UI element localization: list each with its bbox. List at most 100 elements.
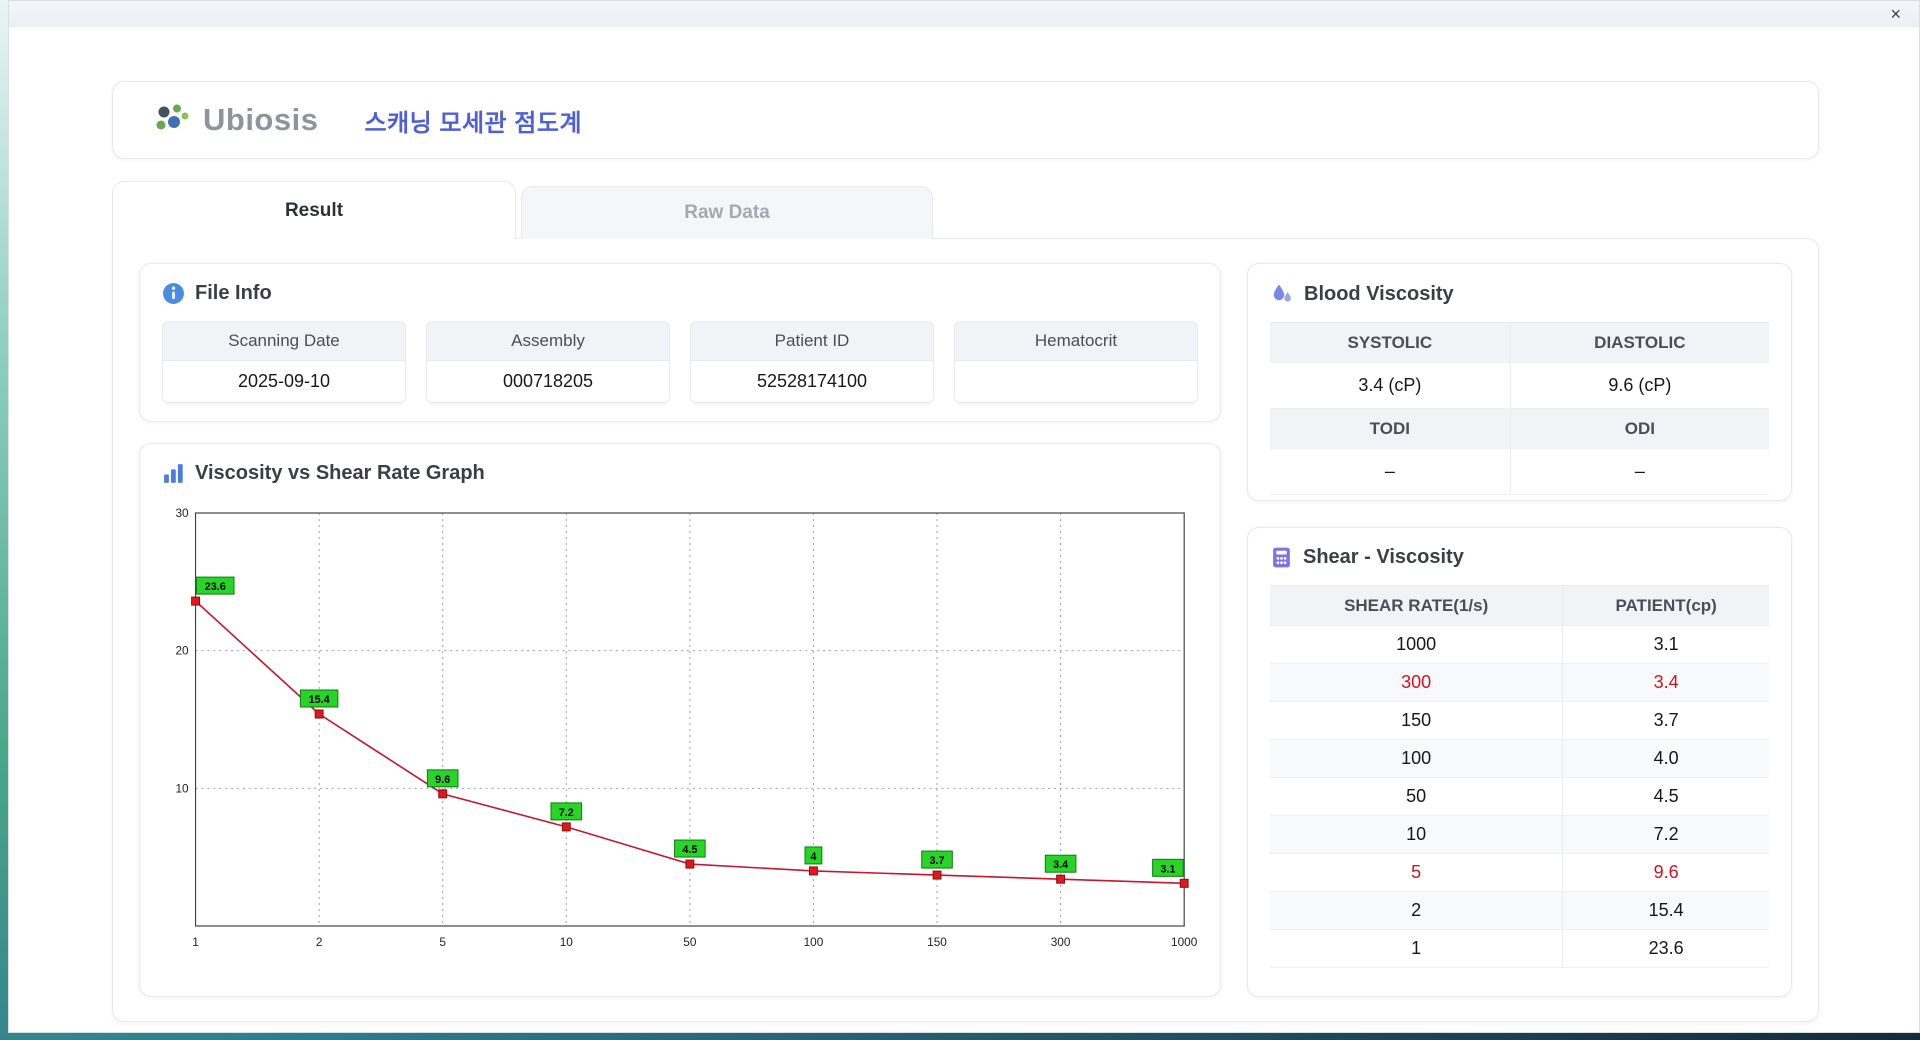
tab-raw-data[interactable]: Raw Data [521, 186, 933, 239]
tab-raw-data-label: Raw Data [684, 202, 770, 223]
shear-table-row: 5 9.6 [1270, 853, 1769, 892]
file-info-field-value: 2025-09-10 [162, 361, 406, 403]
patient-viscosity-cell: 4.5 [1562, 777, 1769, 816]
diastolic-header: DIASTOLIC [1509, 322, 1769, 363]
water-drops-icon [1273, 284, 1291, 302]
blood-viscosity-title: Blood Viscosity [1304, 282, 1454, 305]
viscosity-chart: 10 20 30 1 2 5 10 50 100 150 300 1000 23.6 15.4 9.6 7.2… [175, 506, 1197, 949]
shear-table-row: 2 15.4 [1270, 891, 1769, 930]
bv-value-row-1: 3.4 (cP) 9.6 (cP) [1270, 362, 1769, 409]
file-info-fields: Scanning Date 2025-09-10 Assembly 000718205… [162, 321, 1198, 403]
ubiosis-logo: Ubiosis [153, 102, 318, 138]
svg-text:5: 5 [439, 935, 446, 949]
app-window: × Ubiosis 스캐닝 모세관 점도계 Result Raw Data Fi… [8, 0, 1920, 1033]
file-info-field-value: 000718205 [426, 361, 670, 403]
window-close-button[interactable]: × [1884, 3, 1907, 25]
app-header: Ubiosis 스캐닝 모세관 점도계 [112, 81, 1819, 159]
svg-text:1: 1 [192, 935, 199, 949]
logo-text: Ubiosis [203, 102, 319, 137]
shear-table-header-row: SHEAR RATE(1/s) PATIENT(cp) [1270, 585, 1769, 626]
shear-rate-cell: 150 [1270, 701, 1563, 740]
file-info-field-label: Patient ID [690, 321, 934, 361]
svg-text:10: 10 [560, 935, 574, 949]
blood-viscosity-section: Blood Viscosity SYSTOLIC DIASTOLIC 3.4 (… [1247, 263, 1792, 501]
info-icon [163, 283, 184, 304]
calculator-icon [1273, 547, 1290, 568]
shear-table-row: 1000 3.1 [1270, 625, 1769, 664]
right-column: Blood Viscosity SYSTOLIC DIASTOLIC 3.4 (… [1247, 263, 1792, 997]
patient-viscosity-cell: 4.0 [1562, 739, 1769, 778]
patient-viscosity-cell: 3.1 [1562, 625, 1769, 664]
todi-header: TODI [1270, 408, 1511, 449]
svg-text:20: 20 [175, 644, 189, 658]
svg-text:15.4: 15.4 [309, 694, 330, 706]
odi-value: – [1509, 448, 1769, 495]
patient-viscosity-cell: 7.2 [1562, 815, 1769, 854]
shear-rate-cell: 300 [1270, 663, 1563, 702]
svg-text:50: 50 [683, 935, 697, 949]
bv-header-row-2: TODI ODI [1270, 408, 1769, 449]
patient-viscosity-cell: 23.6 [1562, 929, 1769, 968]
svg-text:3.7: 3.7 [929, 855, 944, 867]
shear-rate-cell: 10 [1270, 815, 1563, 854]
svg-text:3.1: 3.1 [1160, 863, 1175, 875]
svg-text:2: 2 [316, 935, 323, 949]
shear-table-row: 50 4.5 [1270, 777, 1769, 816]
svg-text:100: 100 [804, 935, 824, 949]
svg-text:10: 10 [175, 781, 189, 795]
graph-title: Viscosity vs Shear Rate Graph [195, 462, 485, 484]
tab-result[interactable]: Result [112, 181, 516, 239]
file-info-field-label: Hematocrit [954, 321, 1198, 361]
left-column: File Info Scanning Date 2025-09-10 Assembl… [139, 263, 1221, 997]
blood-viscosity-header: Blood Viscosity [1270, 282, 1769, 306]
diastolic-value: 9.6 (cP) [1509, 362, 1769, 409]
bv-value-row-2: – – [1270, 448, 1769, 495]
svg-text:150: 150 [927, 935, 947, 949]
file-info-field-value: 52528174100 [690, 361, 934, 403]
todi-value: – [1270, 448, 1511, 495]
patient-viscosity-cell: 3.7 [1562, 701, 1769, 740]
shear-rate-cell: 2 [1270, 891, 1563, 930]
shear-rate-cell: 1000 [1270, 625, 1563, 664]
svg-text:4: 4 [810, 851, 816, 863]
patient-viscosity-cell: 9.6 [1562, 853, 1769, 892]
odi-header: ODI [1509, 408, 1769, 449]
shear-rate-cell: 100 [1270, 739, 1563, 778]
blood-viscosity-table: SYSTOLIC DIASTOLIC 3.4 (cP) 9.6 (cP) TOD… [1270, 322, 1769, 495]
svg-text:3.4: 3.4 [1053, 859, 1068, 871]
svg-text:300: 300 [1051, 935, 1071, 949]
svg-text:9.6: 9.6 [435, 774, 450, 786]
file-info-title: File Info [195, 282, 272, 304]
file-info-field: Patient ID 52528174100 [690, 321, 934, 403]
patient-viscosity-cell: 3.4 [1562, 663, 1769, 702]
file-info-field-value [954, 361, 1198, 403]
page-title: 스캐닝 모세관 점도계 [364, 109, 583, 137]
file-info-field: Scanning Date 2025-09-10 [162, 321, 406, 403]
shear-rate-cell: 1 [1270, 929, 1563, 968]
shear-viscosity-table: SHEAR RATE(1/s) PATIENT(cp) 1000 3.1 300 3.… [1270, 585, 1769, 968]
patient-column-header: PATIENT(cp) [1562, 585, 1769, 626]
tab-bar: Result Raw Data [112, 181, 1819, 239]
shear-table-row: 10 7.2 [1270, 815, 1769, 854]
shear-viscosity-section: Shear - Viscosity SHEAR RATE(1/s) PATIEN… [1247, 527, 1792, 997]
shear-viscosity-header: Shear - Viscosity [1270, 546, 1769, 569]
svg-text:7.2: 7.2 [559, 807, 574, 819]
shear-table-row: 1 23.6 [1270, 929, 1769, 968]
file-info-field-label: Scanning Date [162, 321, 406, 361]
systolic-header: SYSTOLIC [1270, 322, 1511, 363]
graph-header: Viscosity vs Shear Rate Graph [162, 462, 1198, 485]
shear-rate-cell: 5 [1270, 853, 1563, 892]
shear-table-row: 150 3.7 [1270, 701, 1769, 740]
file-info-field: Assembly 000718205 [426, 321, 670, 403]
app-content: Ubiosis 스캐닝 모세관 점도계 Result Raw Data File… [9, 27, 1919, 1022]
bv-header-row-1: SYSTOLIC DIASTOLIC [1270, 322, 1769, 363]
patient-viscosity-cell: 15.4 [1562, 891, 1769, 930]
svg-text:30: 30 [175, 506, 189, 520]
file-info-header: File Info [162, 282, 1198, 305]
file-info-field: Hematocrit [954, 321, 1198, 403]
tab-result-label: Result [284, 199, 344, 221]
shear-table-row: 300 3.4 [1270, 663, 1769, 702]
shear-rate-column-header: SHEAR RATE(1/s) [1270, 585, 1563, 626]
shear-rate-cell: 50 [1270, 777, 1563, 816]
shear-viscosity-title: Shear - Viscosity [1303, 546, 1464, 568]
